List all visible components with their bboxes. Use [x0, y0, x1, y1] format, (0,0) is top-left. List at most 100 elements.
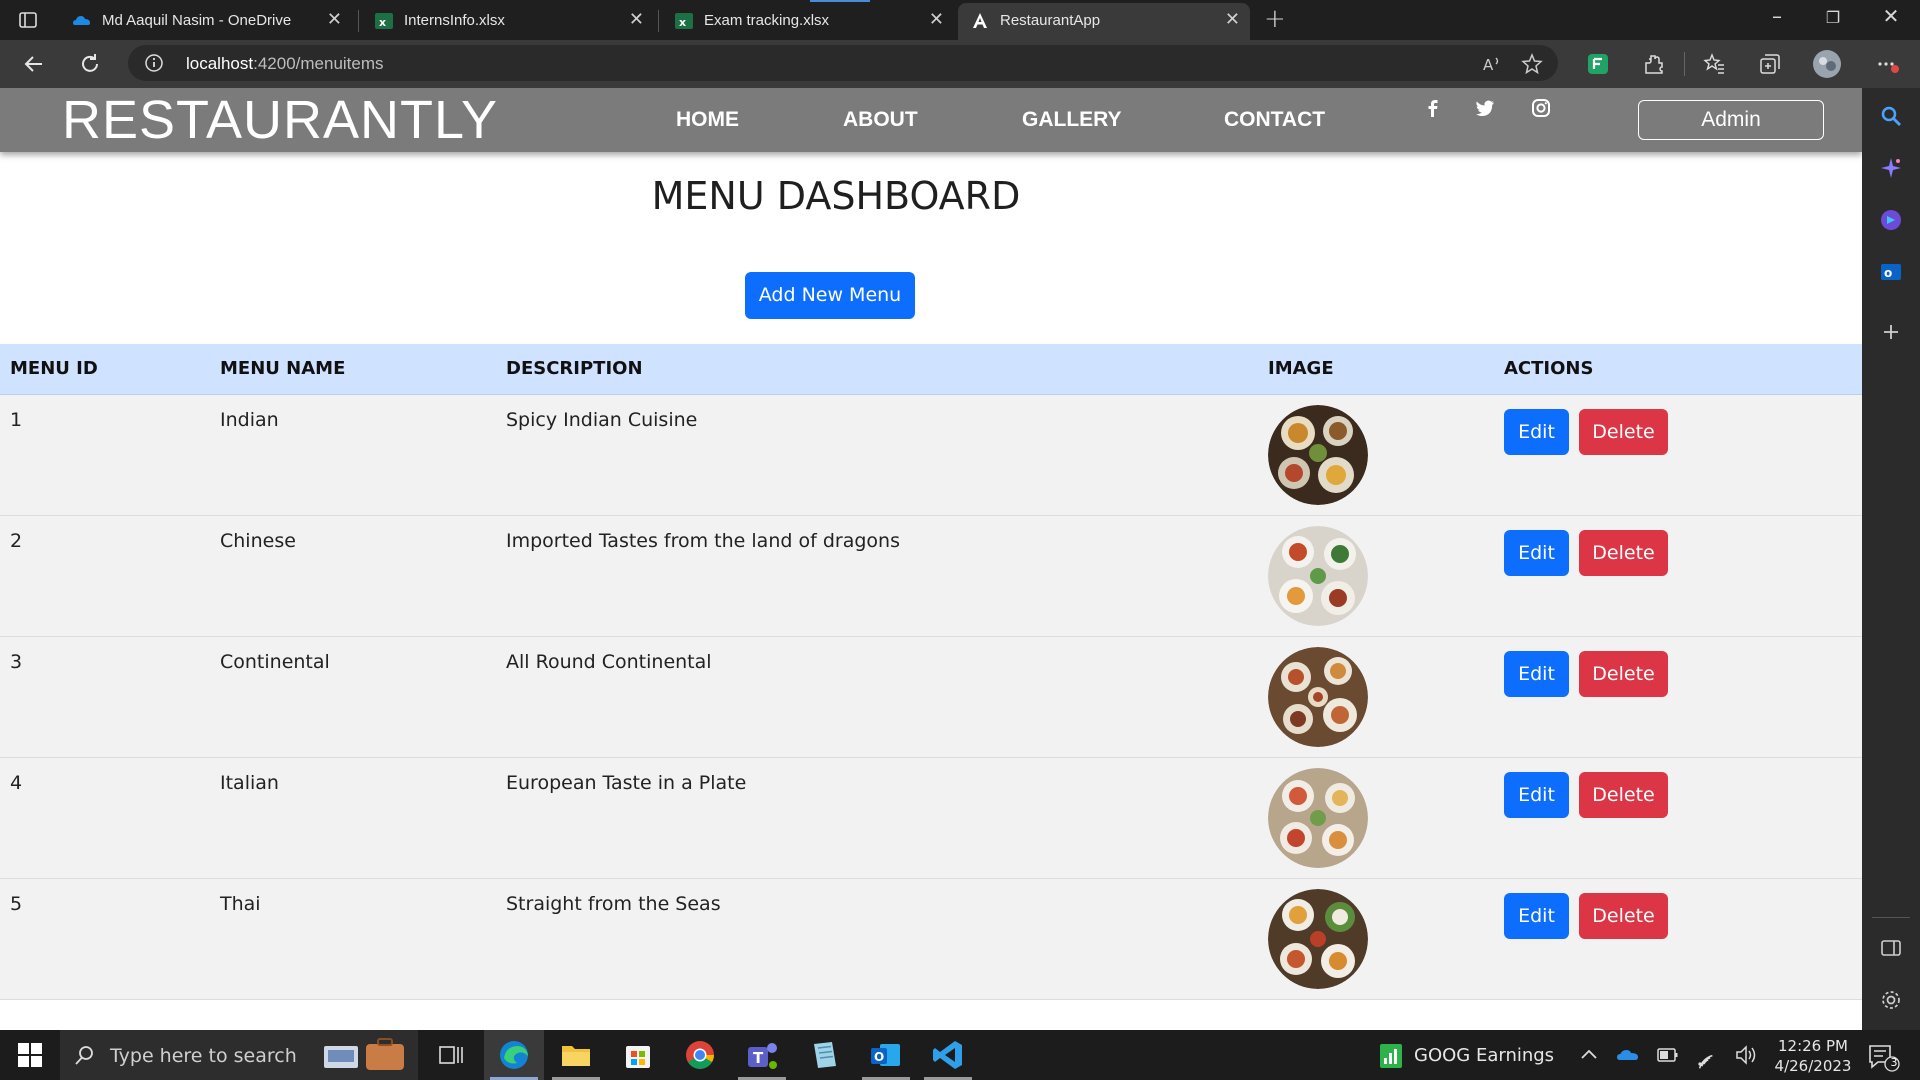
tab-close-icon[interactable]: ✕: [327, 9, 342, 30]
restore-icon[interactable]: ❐: [1818, 8, 1848, 27]
admin-button[interactable]: Admin: [1638, 100, 1824, 140]
description-cell: All Round Continental: [496, 636, 1258, 758]
onedrive-tray-icon[interactable]: [1616, 1038, 1642, 1072]
file-explorer-icon[interactable]: [558, 1038, 594, 1072]
address-bar[interactable]: localhost:4200/menuitems A: [128, 45, 1558, 81]
column-header-menu-id: MENU ID: [0, 344, 210, 395]
windows-start-icon[interactable]: [16, 1041, 44, 1069]
new-tab-button[interactable]: +: [1264, 4, 1286, 34]
url-text[interactable]: localhost:4200/menuitems: [186, 54, 384, 74]
edit-button[interactable]: Edit: [1504, 650, 1569, 697]
tab-loading-indicator: [810, 0, 870, 2]
tab-internsinfo[interactable]: x InternsInfo.xlsx ✕: [362, 3, 654, 40]
dish-image-chinese: [1268, 525, 1368, 626]
menu-id-cell: 2: [0, 515, 210, 637]
url-path: :4200/menuitems: [253, 54, 384, 73]
back-icon[interactable]: [22, 52, 46, 76]
nav-contact-link[interactable]: CONTACT: [1224, 108, 1325, 132]
games-icon[interactable]: [1879, 208, 1903, 232]
twitter-icon[interactable]: [1475, 98, 1495, 118]
menu-name-cell: Italian: [210, 757, 496, 879]
volume-icon[interactable]: [1734, 1038, 1758, 1072]
tab-close-icon[interactable]: ✕: [929, 9, 944, 30]
favorites-icon[interactable]: [1702, 52, 1726, 76]
actions-cell: Edit Delete: [1494, 878, 1862, 1000]
excel-icon: x: [675, 13, 693, 29]
nav-home-link[interactable]: HOME: [676, 108, 739, 132]
image-cell: [1258, 394, 1494, 516]
tab-close-icon[interactable]: ✕: [1225, 9, 1240, 30]
edit-button[interactable]: Edit: [1504, 892, 1569, 939]
table-row: 1 Indian Spicy Indian Cuisine Edit Delet…: [0, 394, 1862, 516]
edit-button[interactable]: Edit: [1504, 771, 1569, 818]
url-host: localhost: [186, 54, 254, 73]
chevron-up-icon[interactable]: [1578, 1038, 1600, 1072]
extension-green-icon[interactable]: [1586, 52, 1610, 76]
delete-button[interactable]: Delete: [1579, 892, 1668, 939]
refresh-icon[interactable]: [78, 52, 102, 76]
instagram-icon[interactable]: [1531, 98, 1551, 118]
outlook-icon[interactable]: o: [1879, 260, 1903, 284]
notepad-icon[interactable]: [806, 1038, 842, 1072]
search-icon: [75, 1046, 93, 1065]
add-new-menu-button[interactable]: Add New Menu: [745, 272, 915, 319]
collections-icon[interactable]: [1758, 52, 1782, 76]
site-info-icon[interactable]: [144, 53, 164, 73]
tab-close-icon[interactable]: ✕: [629, 9, 644, 30]
copilot-sparkle-icon[interactable]: [1879, 156, 1903, 180]
tab-actions-icon[interactable]: [18, 10, 38, 30]
delete-button[interactable]: Delete: [1579, 650, 1668, 697]
taskbar-search-box[interactable]: Type here to search: [60, 1030, 418, 1080]
stock-chart-icon[interactable]: [1376, 1038, 1406, 1072]
extensions-icon[interactable]: [1642, 52, 1666, 76]
microsoft-store-icon[interactable]: [620, 1038, 656, 1072]
profile-avatar[interactable]: [1812, 49, 1842, 79]
system-clock[interactable]: 12:26 PM 4/26/2023: [1770, 1036, 1856, 1076]
toolbar-divider: [1684, 52, 1685, 76]
notification-count: 3: [1890, 1056, 1898, 1069]
column-header-description: DESCRIPTION: [496, 344, 1258, 395]
table-row: 5 Thai Straight from the Seas Edit Delet…: [0, 878, 1862, 1000]
tab-onedrive[interactable]: Md Aaquil Nasim - OneDrive ✕: [60, 3, 352, 40]
gear-icon[interactable]: [1879, 988, 1903, 1012]
nav-about-link[interactable]: ABOUT: [843, 108, 918, 132]
vscode-icon[interactable]: [930, 1038, 966, 1072]
delete-button[interactable]: Delete: [1579, 529, 1668, 576]
site-navbar: RESTAURANTLY HOME ABOUT GALLERY CONTACT …: [0, 88, 1862, 152]
description-cell: Straight from the Seas: [496, 878, 1258, 1000]
svg-text:x: x: [379, 16, 386, 29]
svg-text:O: O: [874, 1050, 884, 1064]
add-sidebar-app-icon[interactable]: [1879, 320, 1903, 344]
facebook-icon[interactable]: [1423, 98, 1443, 118]
chrome-icon[interactable]: [682, 1038, 718, 1072]
minimize-icon[interactable]: –: [1762, 4, 1792, 28]
menu-id-cell: 5: [0, 878, 210, 1000]
battery-icon[interactable]: [1656, 1038, 1680, 1072]
outlook-icon[interactable]: O: [868, 1038, 904, 1072]
wifi-icon[interactable]: [1694, 1038, 1718, 1072]
tab-exam-tracking[interactable]: x Exam tracking.xlsx ✕: [662, 3, 954, 40]
sidebar-layout-icon[interactable]: [1879, 936, 1903, 960]
stock-ticker-text[interactable]: GOOG Earnings: [1414, 1045, 1554, 1066]
search-highlight-icon[interactable]: [322, 1036, 408, 1074]
menu-name-cell: Chinese: [210, 515, 496, 637]
edit-button[interactable]: Edit: [1504, 529, 1569, 576]
svg-text:o: o: [1884, 266, 1892, 280]
settings-more-icon[interactable]: [1876, 52, 1900, 76]
edge-browser-icon[interactable]: [496, 1038, 532, 1072]
edge-sidebar: o: [1862, 88, 1920, 1030]
svg-text:T: T: [753, 1049, 764, 1067]
delete-button[interactable]: Delete: [1579, 408, 1668, 455]
task-view-icon[interactable]: [436, 1038, 466, 1072]
nav-gallery-link[interactable]: GALLERY: [1022, 108, 1122, 132]
delete-button[interactable]: Delete: [1579, 771, 1668, 818]
site-brand[interactable]: RESTAURANTLY: [62, 88, 498, 152]
read-aloud-icon[interactable]: A: [1481, 53, 1503, 75]
teams-icon[interactable]: T: [744, 1038, 780, 1072]
search-icon[interactable]: [1879, 104, 1903, 128]
tab-restaurantapp[interactable]: RestaurantApp ✕: [958, 3, 1250, 40]
dish-image-italian: [1268, 767, 1368, 868]
edit-button[interactable]: Edit: [1504, 408, 1569, 455]
close-window-icon[interactable]: ✕: [1876, 4, 1906, 28]
favorite-star-icon[interactable]: [1520, 52, 1544, 76]
